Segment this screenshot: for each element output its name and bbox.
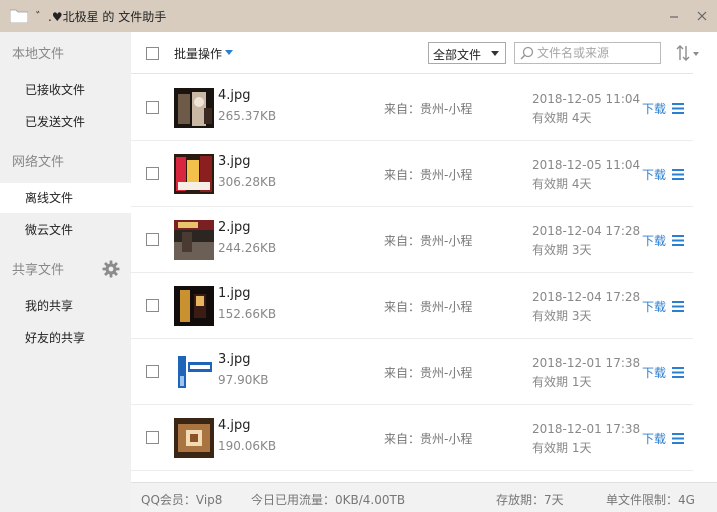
file-size: 265.37KB (218, 109, 277, 123)
menu-icon[interactable] (672, 433, 684, 444)
sidebar-item-sent[interactable]: 已发送文件 (0, 107, 131, 137)
sidebar-item-friend-share[interactable]: 好友的共享 (0, 323, 131, 353)
batch-operation-button[interactable]: 批量操作 (174, 45, 222, 62)
menu-icon[interactable] (672, 103, 684, 114)
file-row[interactable]: 4.jpg 190.06KB 来自：贵州-小程 2018-12-01 17:38… (131, 405, 693, 471)
file-date: 2018-12-01 17:38 (532, 422, 641, 436)
menu-icon[interactable] (672, 367, 684, 378)
sidebar-item-offline[interactable]: 离线文件 (0, 183, 131, 213)
minimize-icon (670, 16, 678, 18)
file-size-limit: 单文件限制：4G (606, 493, 695, 507)
download-button[interactable]: 下载 (642, 364, 666, 381)
sidebar-section-shared: 共享文件 (12, 263, 65, 278)
image-thumbnail (174, 154, 214, 194)
file-name[interactable]: 4.jpg (218, 418, 251, 433)
menu-icon[interactable] (672, 301, 684, 312)
file-size: 306.28KB (218, 175, 277, 189)
download-button[interactable]: 下载 (642, 232, 666, 249)
window-title: ゛.♥北极星 的 文件助手 (36, 10, 167, 24)
toolbar: 批量操作 全部文件 (131, 32, 699, 74)
row-checkbox[interactable] (146, 299, 159, 312)
file-name[interactable]: 2.jpg (218, 220, 251, 235)
file-size: 97.90KB (218, 373, 269, 387)
status-bar: QQ会员：Vip8 今日已用流量：0KB/4.00TB 存放期：7天 单文件限制… (131, 482, 717, 512)
file-source: 来自：贵州-小程 (384, 102, 473, 116)
file-row[interactable]: 3.jpg 306.28KB 来自：贵州-小程 2018-12-05 11:04… (131, 141, 693, 207)
file-expiry: 有效期 4天 (532, 177, 592, 191)
close-icon (697, 11, 707, 21)
storage-period: 存放期：7天 (496, 493, 564, 507)
row-checkbox[interactable] (146, 167, 159, 180)
file-name[interactable]: 3.jpg (218, 154, 251, 169)
image-thumbnail (174, 286, 214, 326)
image-thumbnail (174, 88, 214, 128)
download-button[interactable]: 下载 (642, 430, 666, 447)
file-expiry: 有效期 4天 (532, 111, 592, 125)
minimize-button[interactable] (664, 6, 684, 26)
row-checkbox[interactable] (146, 101, 159, 114)
file-size: 190.06KB (218, 439, 277, 453)
file-date: 2018-12-01 17:38 (532, 356, 641, 370)
download-button[interactable]: 下载 (642, 298, 666, 315)
file-name[interactable]: 4.jpg (218, 88, 251, 103)
file-row[interactable]: 1.jpg 152.66KB 来自：贵州-小程 2018-12-04 17:28… (131, 273, 693, 339)
main-panel: 批量操作 全部文件 文件名或来源 4.jpg 265.37KB 来自：贵州-小程… (131, 32, 717, 512)
gear-icon[interactable] (102, 260, 120, 278)
dropdown-arrow-icon (491, 51, 499, 56)
image-thumbnail (174, 220, 214, 260)
file-row[interactable]: 4.jpg 265.37KB 来自：贵州-小程 2018-12-05 11:04… (131, 75, 693, 141)
search-icon (520, 46, 534, 60)
menu-icon[interactable] (672, 235, 684, 246)
file-date: 2018-12-04 17:28 (532, 224, 641, 238)
chevron-down-icon (225, 50, 233, 55)
sidebar-item-my-share[interactable]: 我的共享 (0, 291, 131, 321)
file-size: 152.66KB (218, 307, 277, 321)
image-thumbnail (174, 352, 214, 392)
scrollbar[interactable] (693, 74, 717, 482)
file-row[interactable]: 3.jpg 97.90KB 来自：贵州-小程 2018-12-01 17:38 … (131, 339, 693, 405)
file-expiry: 有效期 1天 (532, 375, 592, 389)
select-all-checkbox[interactable] (146, 47, 159, 60)
file-name[interactable]: 1.jpg (218, 286, 251, 301)
file-row[interactable]: 2.jpg 244.26KB 来自：贵州-小程 2018-12-04 17:28… (131, 207, 693, 273)
file-source: 来自：贵州-小程 (384, 366, 473, 380)
title-bar: ゛.♥北极星 的 文件助手 (0, 0, 717, 32)
sidebar-item-weiyun[interactable]: 微云文件 (0, 215, 131, 245)
file-expiry: 有效期 1天 (532, 441, 592, 455)
file-expiry: 有效期 3天 (532, 243, 592, 257)
file-date: 2018-12-04 17:28 (532, 290, 641, 304)
file-date: 2018-12-05 11:04 (532, 92, 641, 106)
file-source: 来自：贵州-小程 (384, 168, 473, 182)
file-source: 来自：贵州-小程 (384, 432, 473, 446)
image-thumbnail (174, 418, 214, 458)
menu-icon[interactable] (672, 169, 684, 180)
file-expiry: 有效期 3天 (532, 309, 592, 323)
sidebar-item-received[interactable]: 已接收文件 (0, 75, 131, 105)
traffic-status: 今日已用流量：0KB/4.00TB (251, 493, 406, 507)
sidebar: 本地文件 已接收文件 已发送文件 网络文件 离线文件 微云文件 共享文件 我的共… (0, 32, 131, 512)
close-button[interactable] (692, 6, 712, 26)
file-size: 244.26KB (218, 241, 277, 255)
folder-icon (10, 9, 28, 23)
row-checkbox[interactable] (146, 365, 159, 378)
file-source: 来自：贵州-小程 (384, 300, 473, 314)
sort-icon[interactable] (676, 45, 700, 61)
download-button[interactable]: 下载 (642, 166, 666, 183)
search-input[interactable] (514, 42, 661, 64)
file-date: 2018-12-05 11:04 (532, 158, 641, 172)
row-checkbox[interactable] (146, 233, 159, 246)
file-name[interactable]: 3.jpg (218, 352, 251, 367)
sidebar-section-network: 网络文件 (12, 155, 65, 170)
file-filter-value: 全部文件 (433, 48, 482, 62)
member-status: QQ会员：Vip8 (141, 493, 223, 507)
download-button[interactable]: 下载 (642, 100, 666, 117)
file-source: 来自：贵州-小程 (384, 234, 473, 248)
row-checkbox[interactable] (146, 431, 159, 444)
file-filter-select[interactable]: 全部文件 (428, 42, 506, 64)
sidebar-section-local: 本地文件 (12, 47, 65, 62)
